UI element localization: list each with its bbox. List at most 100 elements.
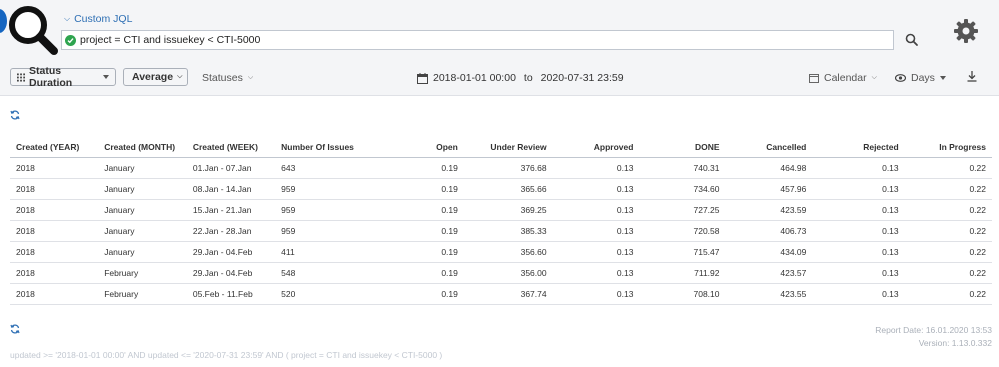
column-header[interactable]: Approved: [552, 137, 640, 158]
time-unit-dropdown[interactable]: Days: [895, 72, 946, 84]
report-date: Report Date: 16.01.2020 13:53: [875, 325, 992, 335]
caret-down-icon: [939, 76, 946, 80]
aggregation-label: Average: [132, 71, 174, 83]
table-cell: 05.Feb - 11.Feb: [186, 283, 276, 305]
report-version: Version: 1.13.0.332: [918, 338, 992, 348]
table-cell: 0.22: [904, 178, 992, 200]
table-cell: 0.19: [390, 157, 464, 179]
table-cell: 2018: [10, 199, 99, 221]
calendar-icon: [417, 72, 428, 84]
table-cell: January: [98, 157, 187, 179]
table-cell: 434.09: [725, 241, 813, 263]
check-circle-icon: [65, 34, 76, 46]
table-cell: 711.92: [639, 262, 726, 284]
gear-icon[interactable]: [953, 18, 979, 44]
table-row: 2018 January 29.Jan - 04.Feb 411 0.19 356.60 0…: [10, 241, 992, 263]
table-cell: 959: [275, 220, 391, 242]
table-cell: 0.13: [812, 262, 905, 284]
table-cell: 0.19: [390, 283, 464, 305]
column-header[interactable]: Number Of Issues: [275, 137, 391, 158]
table-header-row: Created (YEAR) Created (MONTH) Created (…: [10, 137, 992, 158]
table-cell: 376.68: [463, 157, 553, 179]
table-cell: 2018: [10, 157, 99, 179]
table-cell: 0.22: [904, 262, 992, 284]
table-cell: 464.98: [725, 157, 813, 179]
jql-query-text: project = CTI and issuekey < CTI-5000: [80, 34, 261, 46]
table-cell: 423.55: [725, 283, 813, 305]
table-cell: 365.66: [463, 178, 553, 200]
calendar-label: Calendar: [824, 72, 867, 84]
table-cell: 0.19: [390, 220, 464, 242]
table-cell: 2018: [10, 241, 99, 263]
refresh-icon[interactable]: [10, 324, 20, 334]
refresh-icon[interactable]: [10, 110, 20, 120]
table-cell: 0.19: [390, 178, 464, 200]
statuses-label: Statuses: [202, 72, 243, 84]
table-cell: 0.13: [812, 241, 905, 263]
date-range-picker[interactable]: 2018-01-01 00:00 to 2020-07-31 23:59: [417, 72, 624, 84]
table-cell: 708.10: [639, 283, 726, 305]
table-cell: 0.13: [812, 283, 905, 305]
table-cell: 0.13: [812, 199, 905, 221]
table-row: 2018 January 08.Jan - 14.Jan 959 0.19 365.66 0…: [10, 178, 992, 200]
table-cell: 0.13: [812, 178, 905, 200]
chevron-down-icon: ⌵: [247, 74, 254, 81]
custom-jql-toggle[interactable]: ⌵ Custom JQL: [64, 13, 132, 25]
statuses-dropdown[interactable]: Statuses ⌵: [202, 72, 253, 84]
column-header[interactable]: Created (YEAR): [10, 137, 99, 158]
table-cell: 959: [275, 199, 391, 221]
table-cell: February: [98, 283, 187, 305]
calendar-dropdown[interactable]: Calendar ⌵: [809, 72, 877, 84]
search-icon[interactable]: [904, 32, 920, 48]
calendar-icon: [809, 74, 819, 83]
column-header[interactable]: Created (WEEK): [186, 137, 276, 158]
report-type-dropdown[interactable]: Status Duration: [10, 65, 116, 89]
table-cell: 423.57: [725, 262, 813, 284]
top-bar: ⌵ Custom JQL project = CTI and issuekey …: [0, 0, 999, 96]
custom-jql-label: Custom JQL: [74, 13, 133, 25]
table-cell: 406.73: [725, 220, 813, 242]
table-cell: 0.13: [552, 199, 640, 221]
date-to-label: to: [523, 72, 533, 84]
column-header[interactable]: Under Review: [463, 137, 553, 158]
table-cell: 2018: [10, 220, 99, 242]
column-header[interactable]: DONE: [639, 137, 726, 158]
table-cell: 01.Jan - 07.Jan: [186, 157, 276, 179]
column-header[interactable]: Cancelled: [725, 137, 813, 158]
table-cell: 385.33: [463, 220, 553, 242]
grid-icon: [17, 72, 26, 82]
column-header[interactable]: Open: [390, 137, 464, 158]
table-cell: 0.19: [390, 262, 464, 284]
download-icon[interactable]: [967, 71, 977, 82]
table-row: 2018 January 22.Jan - 28.Jan 959 0.19 385.33 0…: [10, 220, 992, 242]
chevron-down-icon: ⌵: [177, 73, 183, 80]
table-cell: 720.58: [639, 220, 726, 242]
table-cell: 520: [275, 283, 391, 305]
date-from: 2018-01-01 00:00: [433, 72, 516, 84]
table-cell: 29.Jan - 04.Feb: [186, 241, 276, 263]
table-cell: 0.13: [812, 157, 905, 179]
table-row: 2018 January 01.Jan - 07.Jan 643 0.19 376.68 0…: [10, 157, 992, 179]
side-panel-handle[interactable]: [0, 9, 7, 33]
table-cell: February: [98, 262, 187, 284]
table-cell: 715.47: [639, 241, 726, 263]
table-cell: 643: [275, 157, 391, 179]
table-cell: 0.22: [904, 241, 992, 263]
column-header[interactable]: In Progress: [904, 137, 992, 158]
chevron-down-icon: ⌵: [64, 14, 71, 23]
table-cell: 457.96: [725, 178, 813, 200]
aggregation-dropdown[interactable]: Average ⌵: [123, 68, 188, 86]
column-header[interactable]: Rejected: [812, 137, 905, 158]
jql-query-input[interactable]: project = CTI and issuekey < CTI-5000: [61, 30, 894, 50]
table-cell: 2018: [10, 178, 99, 200]
magnifier-logo-icon: [9, 6, 58, 55]
table-cell: 0.13: [552, 178, 640, 200]
table-cell: 0.22: [904, 283, 992, 305]
table-cell: 2018: [10, 283, 99, 305]
table-cell: 356.60: [463, 241, 553, 263]
table-cell: 0.22: [904, 220, 992, 242]
column-header[interactable]: Created (MONTH): [98, 137, 187, 158]
table-cell: 734.60: [639, 178, 726, 200]
table-cell: 548: [275, 262, 391, 284]
table-cell: January: [98, 220, 187, 242]
